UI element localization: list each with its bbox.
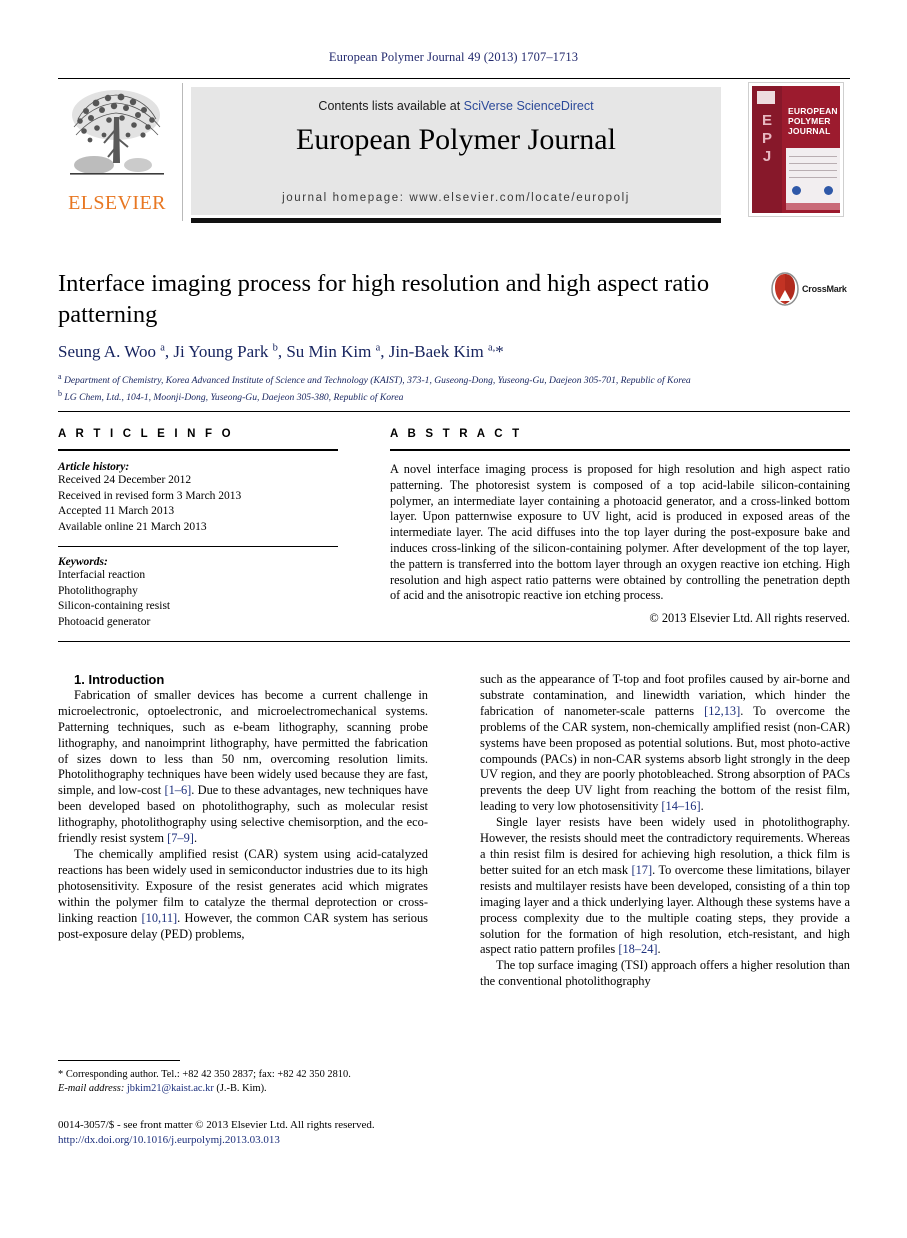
footnote-marker: * (58, 1069, 64, 1080)
crossmark-badge[interactable]: CrossMark (770, 272, 848, 312)
info-section-top-rule (58, 411, 850, 412)
keyword-item: Photoacid generator (58, 615, 151, 628)
abstract-copyright: © 2013 Elsevier Ltd. All rights reserved… (649, 611, 850, 626)
journal-title: European Polymer Journal (296, 123, 616, 156)
journal-cover-thumbnail: EPJ EUROPEAN POLYMER JOURNAL (748, 82, 844, 217)
info-section-bottom-rule (58, 641, 850, 642)
footnote-text: * Corresponding author. Tel.: +82 42 350… (58, 1068, 428, 1096)
cover-journal-title: EUROPEAN POLYMER JOURNAL (788, 106, 838, 136)
email-link[interactable]: jbkim21@kaist.ac.kr (127, 1083, 214, 1094)
article-history-group: Article history: Received 24 December 20… (58, 461, 338, 535)
sciencedirect-link[interactable]: SciVerse ScienceDirect (464, 99, 594, 113)
contents-prefix: Contents lists available at (318, 99, 464, 113)
cover-figure (786, 148, 840, 206)
keyword-item: Interfacial reaction (58, 569, 146, 581)
page-title: Interface imaging process for high resol… (58, 270, 710, 328)
abstract-text: A novel interface imaging process is pro… (390, 462, 850, 603)
abstract-rule (390, 449, 850, 451)
article-first-page: European Polymer Journal 49 (2013) 1707–… (0, 0, 907, 1238)
running-head: European Polymer Journal 49 (2013) 1707–… (328, 50, 579, 64)
elsevier-wordmark: ELSEVIER (68, 192, 166, 214)
affiliation-a: a Department of Chemistry, Korea Advance… (58, 372, 691, 387)
masthead-bottom-rule (191, 218, 721, 223)
cover-publisher-mark (757, 91, 775, 104)
article-info-column: A R T I C L E I N F O Article history: R… (58, 428, 338, 630)
paragraph: Single layer resists have been widely us… (480, 815, 851, 957)
affiliations: a Department of Chemistry, Korea Advance… (58, 370, 848, 404)
keywords-label: Keywords: (58, 556, 108, 568)
cover-epj-letters: EPJ (761, 112, 772, 165)
body-column-right: such as the appearance of T-top and foot… (480, 672, 850, 990)
keyword-item: Silicon-containing resist (58, 600, 171, 612)
title-block: Interface imaging process for high resol… (58, 268, 758, 330)
footnote-line1: Corresponding author. Tel.: +82 42 350 2… (65, 1069, 351, 1080)
article-info-rule (58, 449, 338, 451)
cover-background: EPJ EUROPEAN POLYMER JOURNAL (752, 86, 840, 213)
elsevier-tree-icon (70, 90, 164, 175)
history-received: Received 24 December 2012 (58, 474, 192, 486)
abstract-column: A B S T R A C T A novel interface imagin… (390, 428, 850, 626)
cover-footer-bar (786, 203, 840, 210)
masthead-top-rule (58, 78, 850, 79)
history-accepted: Accepted 11 March 2013 (58, 505, 175, 517)
body-column-left: 1. Introduction Fabrication of smaller d… (58, 672, 428, 942)
keywords-group: Keywords: Interfacial reaction Photolith… (58, 556, 338, 630)
keyword-item: Photolithography (58, 584, 138, 597)
article-info-heading: A R T I C L E I N F O (58, 428, 234, 440)
journal-band: Contents lists available at SciVerse Sci… (191, 87, 721, 215)
history-revised: Received in revised form 3 March 2013 (58, 489, 242, 502)
paragraph: The chemically amplified resist (CAR) sy… (58, 846, 428, 941)
abstract-heading: A B S T R A C T (390, 428, 523, 440)
history-online: Available online 21 March 2013 (58, 520, 207, 533)
journal-homepage-link[interactable]: journal homepage: www.elsevier.com/locat… (191, 192, 721, 204)
paragraph: The top surface imaging (TSI) approach o… (480, 958, 850, 989)
corresponding-author-footnote: * Corresponding author. Tel.: +82 42 350… (58, 1060, 428, 1096)
elsevier-logo: ELSEVIER (58, 83, 176, 221)
affiliation-b: b LG Chem, Ltd., 104-1, Moonji-Dong, Yus… (58, 389, 404, 404)
issn-copyright-line: 0014-3057/$ - see front matter © 2013 El… (58, 1119, 375, 1131)
crossmark-label: CrossMark (802, 284, 847, 294)
masthead-divider (182, 83, 183, 221)
paragraph: Fabrication of smaller devices has becom… (58, 687, 428, 846)
paragraph: such as the appearance of T-top and foot… (480, 672, 850, 814)
page-footer: 0014-3057/$ - see front matter © 2013 El… (58, 1118, 488, 1148)
author-list: Seung A. Woo a, Ji Young Park b, Su Min … (58, 342, 504, 361)
email-suffix: (J.-B. Kim). (216, 1083, 267, 1094)
footnote-rule (58, 1060, 180, 1061)
doi-link[interactable]: http://dx.doi.org/10.1016/j.eurpolymj.20… (58, 1133, 488, 1148)
crossmark-icon (771, 272, 799, 306)
contents-available-line: Contents lists available at SciVerse Sci… (191, 99, 721, 113)
email-label: E-mail address: (58, 1083, 125, 1094)
keywords-separator (58, 546, 338, 547)
section-heading-introduction: 1. Introduction (74, 672, 165, 687)
journal-masthead: ELSEVIER Contents lists available at Sci… (58, 78, 850, 224)
article-history-label: Article history: (58, 461, 130, 473)
